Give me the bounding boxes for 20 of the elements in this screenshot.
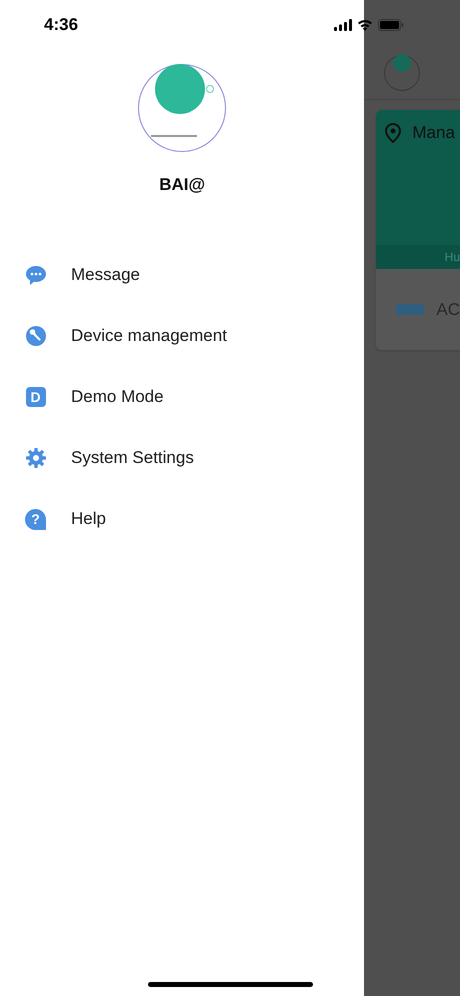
wrench-icon <box>24 325 46 347</box>
card-title: Mana <box>412 122 455 144</box>
signal-icon <box>334 19 352 31</box>
menu-item[interactable]: D Demo Mode <box>0 366 364 428</box>
demo-mode-icon: D <box>26 387 46 407</box>
card-footer-text: Hu <box>444 249 460 266</box>
avatar-drawing <box>384 55 420 91</box>
menu-item[interactable]: Device management <box>0 306 364 366</box>
location-pin-icon <box>384 122 402 143</box>
chat-bubble-icon <box>24 264 46 286</box>
wifi-icon <box>357 19 373 31</box>
menu-item[interactable]: ? Help <box>0 488 364 550</box>
menu-item[interactable]: System Settings <box>0 428 364 488</box>
battery-icon <box>378 19 404 31</box>
menu-item[interactable]: Message <box>0 244 364 306</box>
status-time: 4:36 <box>44 14 78 36</box>
air-conditioner-icon <box>396 304 424 315</box>
help-icon: ? <box>25 508 46 530</box>
user-name: BAI@ <box>159 174 206 196</box>
settings-icon <box>24 447 46 469</box>
